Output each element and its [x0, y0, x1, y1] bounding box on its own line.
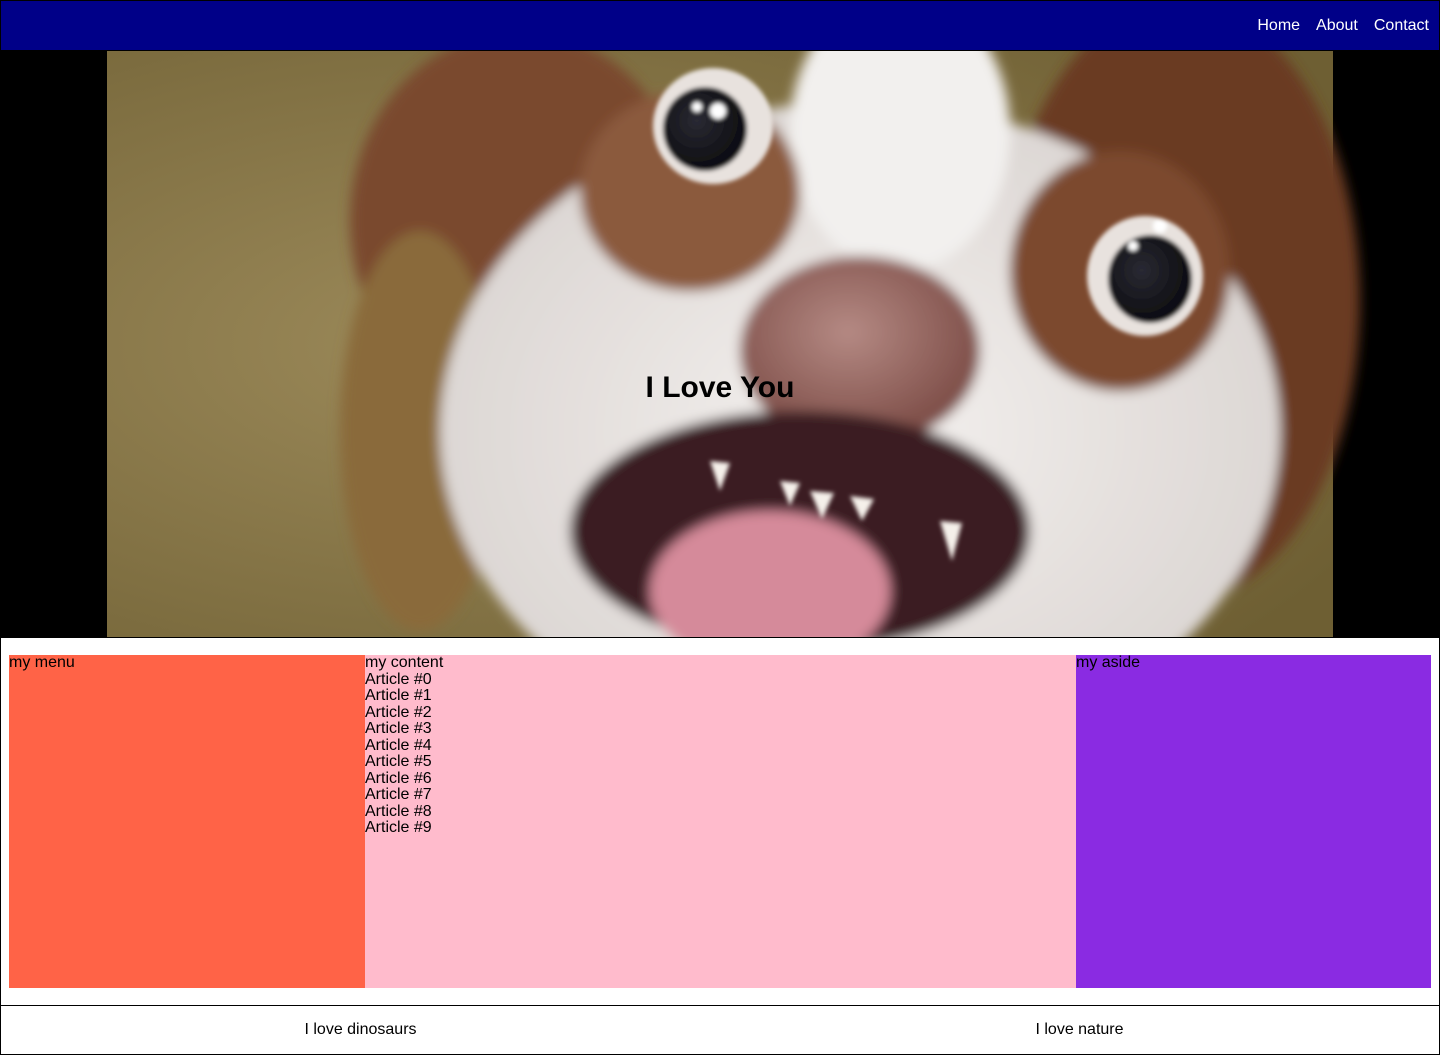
aside-column: my aside: [1076, 654, 1431, 988]
columns: my menu my content Article #0 Article #1…: [9, 654, 1431, 988]
article-item: Article #2: [365, 703, 432, 721]
footer: I love dinosaurs I love nature: [0, 1005, 1440, 1055]
content-label: my content: [365, 654, 444, 671]
dog-photo-image: [0, 51, 1440, 638]
aside-label: my aside: [1076, 654, 1141, 671]
menu-label: my menu: [9, 654, 75, 671]
menu-column: my menu: [9, 654, 365, 988]
main-section: my menu my content Article #0 Article #1…: [0, 637, 1440, 1006]
article-item: Article #1: [365, 687, 432, 704]
article-item: Article #7: [365, 786, 432, 803]
nav-link-contact[interactable]: Contact: [1374, 17, 1429, 34]
top-nav: Home About Contact: [0, 0, 1440, 51]
article-item: Article #3: [365, 720, 432, 737]
footer-text-right: I love nature: [1035, 1021, 1124, 1038]
footer-text-left: I love dinosaurs: [304, 1021, 417, 1038]
hero-title: I Love You: [645, 371, 795, 404]
article-item: Article #6: [365, 769, 432, 787]
hero-banner: I Love You: [0, 51, 1440, 638]
nav-link-about[interactable]: About: [1316, 17, 1358, 34]
content-column: my content Article #0 Article #1 Article…: [365, 654, 1076, 988]
article-item: Article #8: [365, 802, 432, 820]
article-item: Article #9: [365, 819, 432, 836]
article-item: Article #5: [365, 753, 432, 770]
article-item: Article #4: [365, 736, 432, 754]
nav-link-home[interactable]: Home: [1257, 17, 1300, 34]
article-item: Article #0: [365, 670, 432, 688]
